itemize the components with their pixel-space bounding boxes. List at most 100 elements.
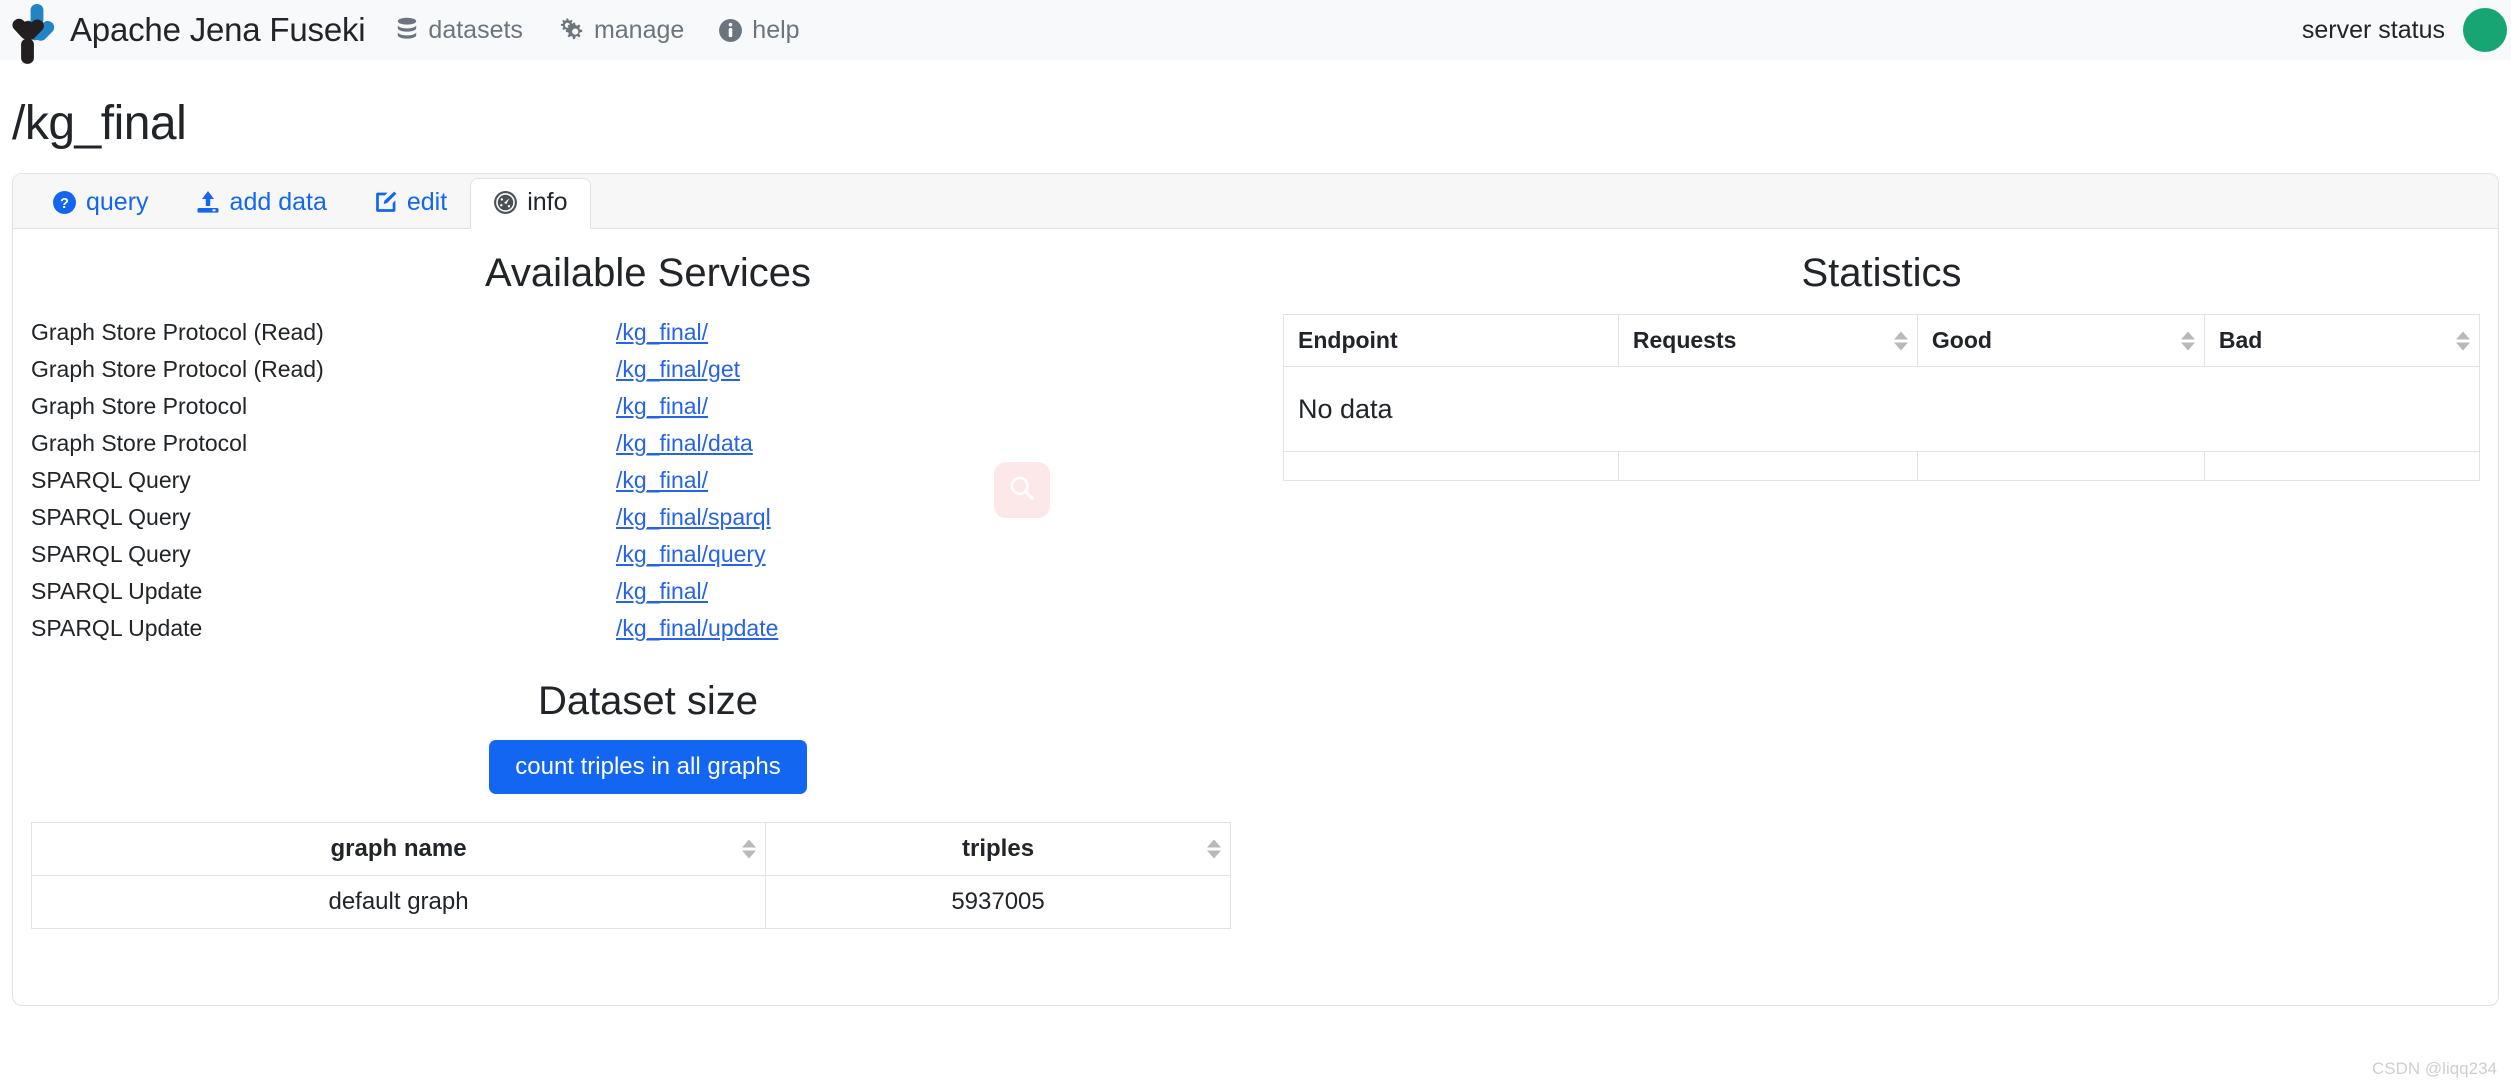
statistics-title: Statistics [1801, 251, 1962, 295]
nav-item-manage[interactable]: manage [557, 16, 684, 45]
bad-header[interactable]: Bad [2203, 314, 2481, 367]
count-triples-button[interactable]: count triples in all graphs [489, 740, 807, 794]
question-circle-icon: ? [52, 190, 77, 215]
service-name: SPARQL Query [31, 467, 191, 493]
page-title: /kg_final [12, 97, 187, 150]
statistics-filler-cell [1916, 451, 2205, 481]
service-endpoint-link[interactable]: /kg_final/sparql [616, 504, 771, 530]
server-status-indicator [2463, 8, 2507, 52]
good-header[interactable]: Good [1916, 314, 2205, 367]
service-endpoint-link[interactable]: /kg_final/ [616, 467, 708, 493]
service-endpoint-link[interactable]: /kg_final/ [616, 578, 708, 604]
dataset-card-body: Available Services Graph Store Protocol … [13, 229, 2498, 1005]
service-row: Graph Store Protocol (Read) /kg_final/ [31, 314, 871, 351]
triples-cell: 5937005 [765, 875, 1231, 929]
nav-item-datasets[interactable]: datasets [395, 16, 523, 45]
service-row: SPARQL Update /kg_final/update [31, 610, 871, 647]
graph-table-header-row: graph name triples [30, 822, 1231, 876]
nav-item-label: datasets [428, 15, 523, 44]
dataset-card: ? query add data edit info Available Ser… [12, 173, 2499, 1006]
gears-icon [557, 17, 585, 43]
dataset-size-panel: Dataset size count triples in all graphs… [13, 679, 1283, 929]
fuseki-logo-icon [8, 2, 60, 64]
info-circle-icon [718, 18, 743, 43]
good-header-label: Good [1931, 327, 1992, 353]
triples-header-label: triples [962, 835, 1035, 862]
services-panel: Available Services Graph Store Protocol … [13, 241, 1283, 929]
tab-query[interactable]: ? query [29, 178, 172, 229]
service-endpoint-link[interactable]: /kg_final/get [616, 356, 740, 382]
tab-label: info [527, 188, 568, 216]
tab-edit[interactable]: edit [350, 178, 470, 229]
nav-item-help[interactable]: help [718, 15, 800, 45]
service-endpoint-link[interactable]: /kg_final/query [616, 541, 766, 567]
service-row: Graph Store Protocol (Read) /kg_final/ge… [31, 351, 871, 388]
csdn-watermark: CSDN @liqq234 [2372, 1059, 2497, 1078]
service-row: SPARQL Query /kg_final/sparql [31, 499, 871, 536]
tab-add-data[interactable]: add data [172, 178, 350, 229]
info-columns: Available Services Graph Store Protocol … [13, 229, 2498, 929]
service-name: SPARQL Query [31, 541, 191, 567]
dashboard-icon [493, 190, 518, 215]
statistics-filler-cell [2203, 451, 2481, 481]
sort-arrows-icon[interactable] [742, 839, 757, 859]
service-row: Graph Store Protocol /kg_final/data [31, 425, 871, 462]
brand-name: Apache Jena Fuseki [70, 11, 366, 48]
services-title: Available Services [484, 251, 812, 295]
service-row: Graph Store Protocol /kg_final/ [31, 388, 871, 425]
nav-item-label: manage [593, 15, 685, 44]
statistics-filler-cell [1283, 451, 1619, 481]
service-endpoint-link[interactable]: /kg_final/update [616, 615, 778, 641]
graph-name-header-label: graph name [330, 835, 467, 862]
top-navbar: Apache Jena Fuseki datasets manage help … [0, 0, 2511, 64]
service-endpoint-link[interactable]: /kg_final/ [616, 319, 708, 345]
graph-size-table: graph name triples default graph 5937005 [30, 822, 1231, 929]
bad-header-label: Bad [2218, 327, 2263, 353]
endpoint-header[interactable]: Endpoint [1283, 314, 1619, 367]
sort-arrows-icon[interactable] [1207, 839, 1221, 859]
sort-arrows-icon[interactable] [2456, 331, 2470, 350]
service-row: SPARQL Query /kg_final/ [31, 462, 871, 499]
dataset-size-title: Dataset size [537, 679, 759, 723]
service-name: SPARQL Update [31, 615, 203, 641]
tab-label: query [86, 188, 149, 216]
sort-arrows-icon[interactable] [1893, 331, 1908, 350]
nav-item-label: help [752, 15, 800, 44]
sort-arrows-icon[interactable] [2180, 331, 2195, 350]
service-name: Graph Store Protocol (Read) [31, 319, 324, 345]
pencil-square-icon [373, 190, 398, 215]
service-row: SPARQL Query /kg_final/query [31, 536, 871, 573]
services-table: Graph Store Protocol (Read) /kg_final/ G… [31, 314, 871, 647]
server-status: server status [2301, 0, 2507, 60]
upload-icon [195, 190, 221, 215]
tab-label: add data [229, 188, 327, 216]
graph-name-cell: default graph [30, 875, 767, 929]
requests-header[interactable]: Requests [1617, 314, 1918, 367]
server-status-label: server status [2301, 15, 2445, 44]
tab-info[interactable]: info [470, 178, 591, 229]
statistics-filler-cell [1617, 451, 1918, 481]
statistics-table: Endpoint Requests Good Bad No data [1283, 314, 2481, 481]
statistics-empty-cell [1917, 366, 2205, 452]
service-name: SPARQL Update [31, 578, 203, 604]
brand-home-link[interactable]: Apache Jena Fuseki [8, 0, 366, 64]
table-row: default graph 5937005 [30, 875, 1231, 929]
database-icon [395, 17, 419, 43]
statistics-panel: Statistics Endpoint Requests Good Bad No… [1283, 241, 2498, 929]
svg-text:?: ? [60, 196, 69, 212]
service-endpoint-link[interactable]: /kg_final/data [616, 430, 753, 456]
service-endpoint-link[interactable]: /kg_final/ [616, 393, 708, 419]
statistics-empty-message: No data [1283, 366, 1619, 452]
endpoint-header-label: Endpoint [1298, 327, 1398, 353]
statistics-empty-cell [2204, 366, 2481, 452]
graph-name-header[interactable]: graph name [30, 822, 767, 876]
service-row: SPARQL Update /kg_final/ [31, 573, 871, 610]
service-name: SPARQL Query [31, 504, 191, 530]
requests-header-label: Requests [1632, 327, 1737, 353]
statistics-empty-row: No data [1283, 366, 2481, 452]
statistics-empty-cell [1618, 366, 1918, 452]
service-name: Graph Store Protocol (Read) [31, 356, 324, 382]
triples-header[interactable]: triples [765, 822, 1231, 876]
service-name: Graph Store Protocol [31, 393, 248, 419]
service-name: Graph Store Protocol [31, 430, 248, 456]
